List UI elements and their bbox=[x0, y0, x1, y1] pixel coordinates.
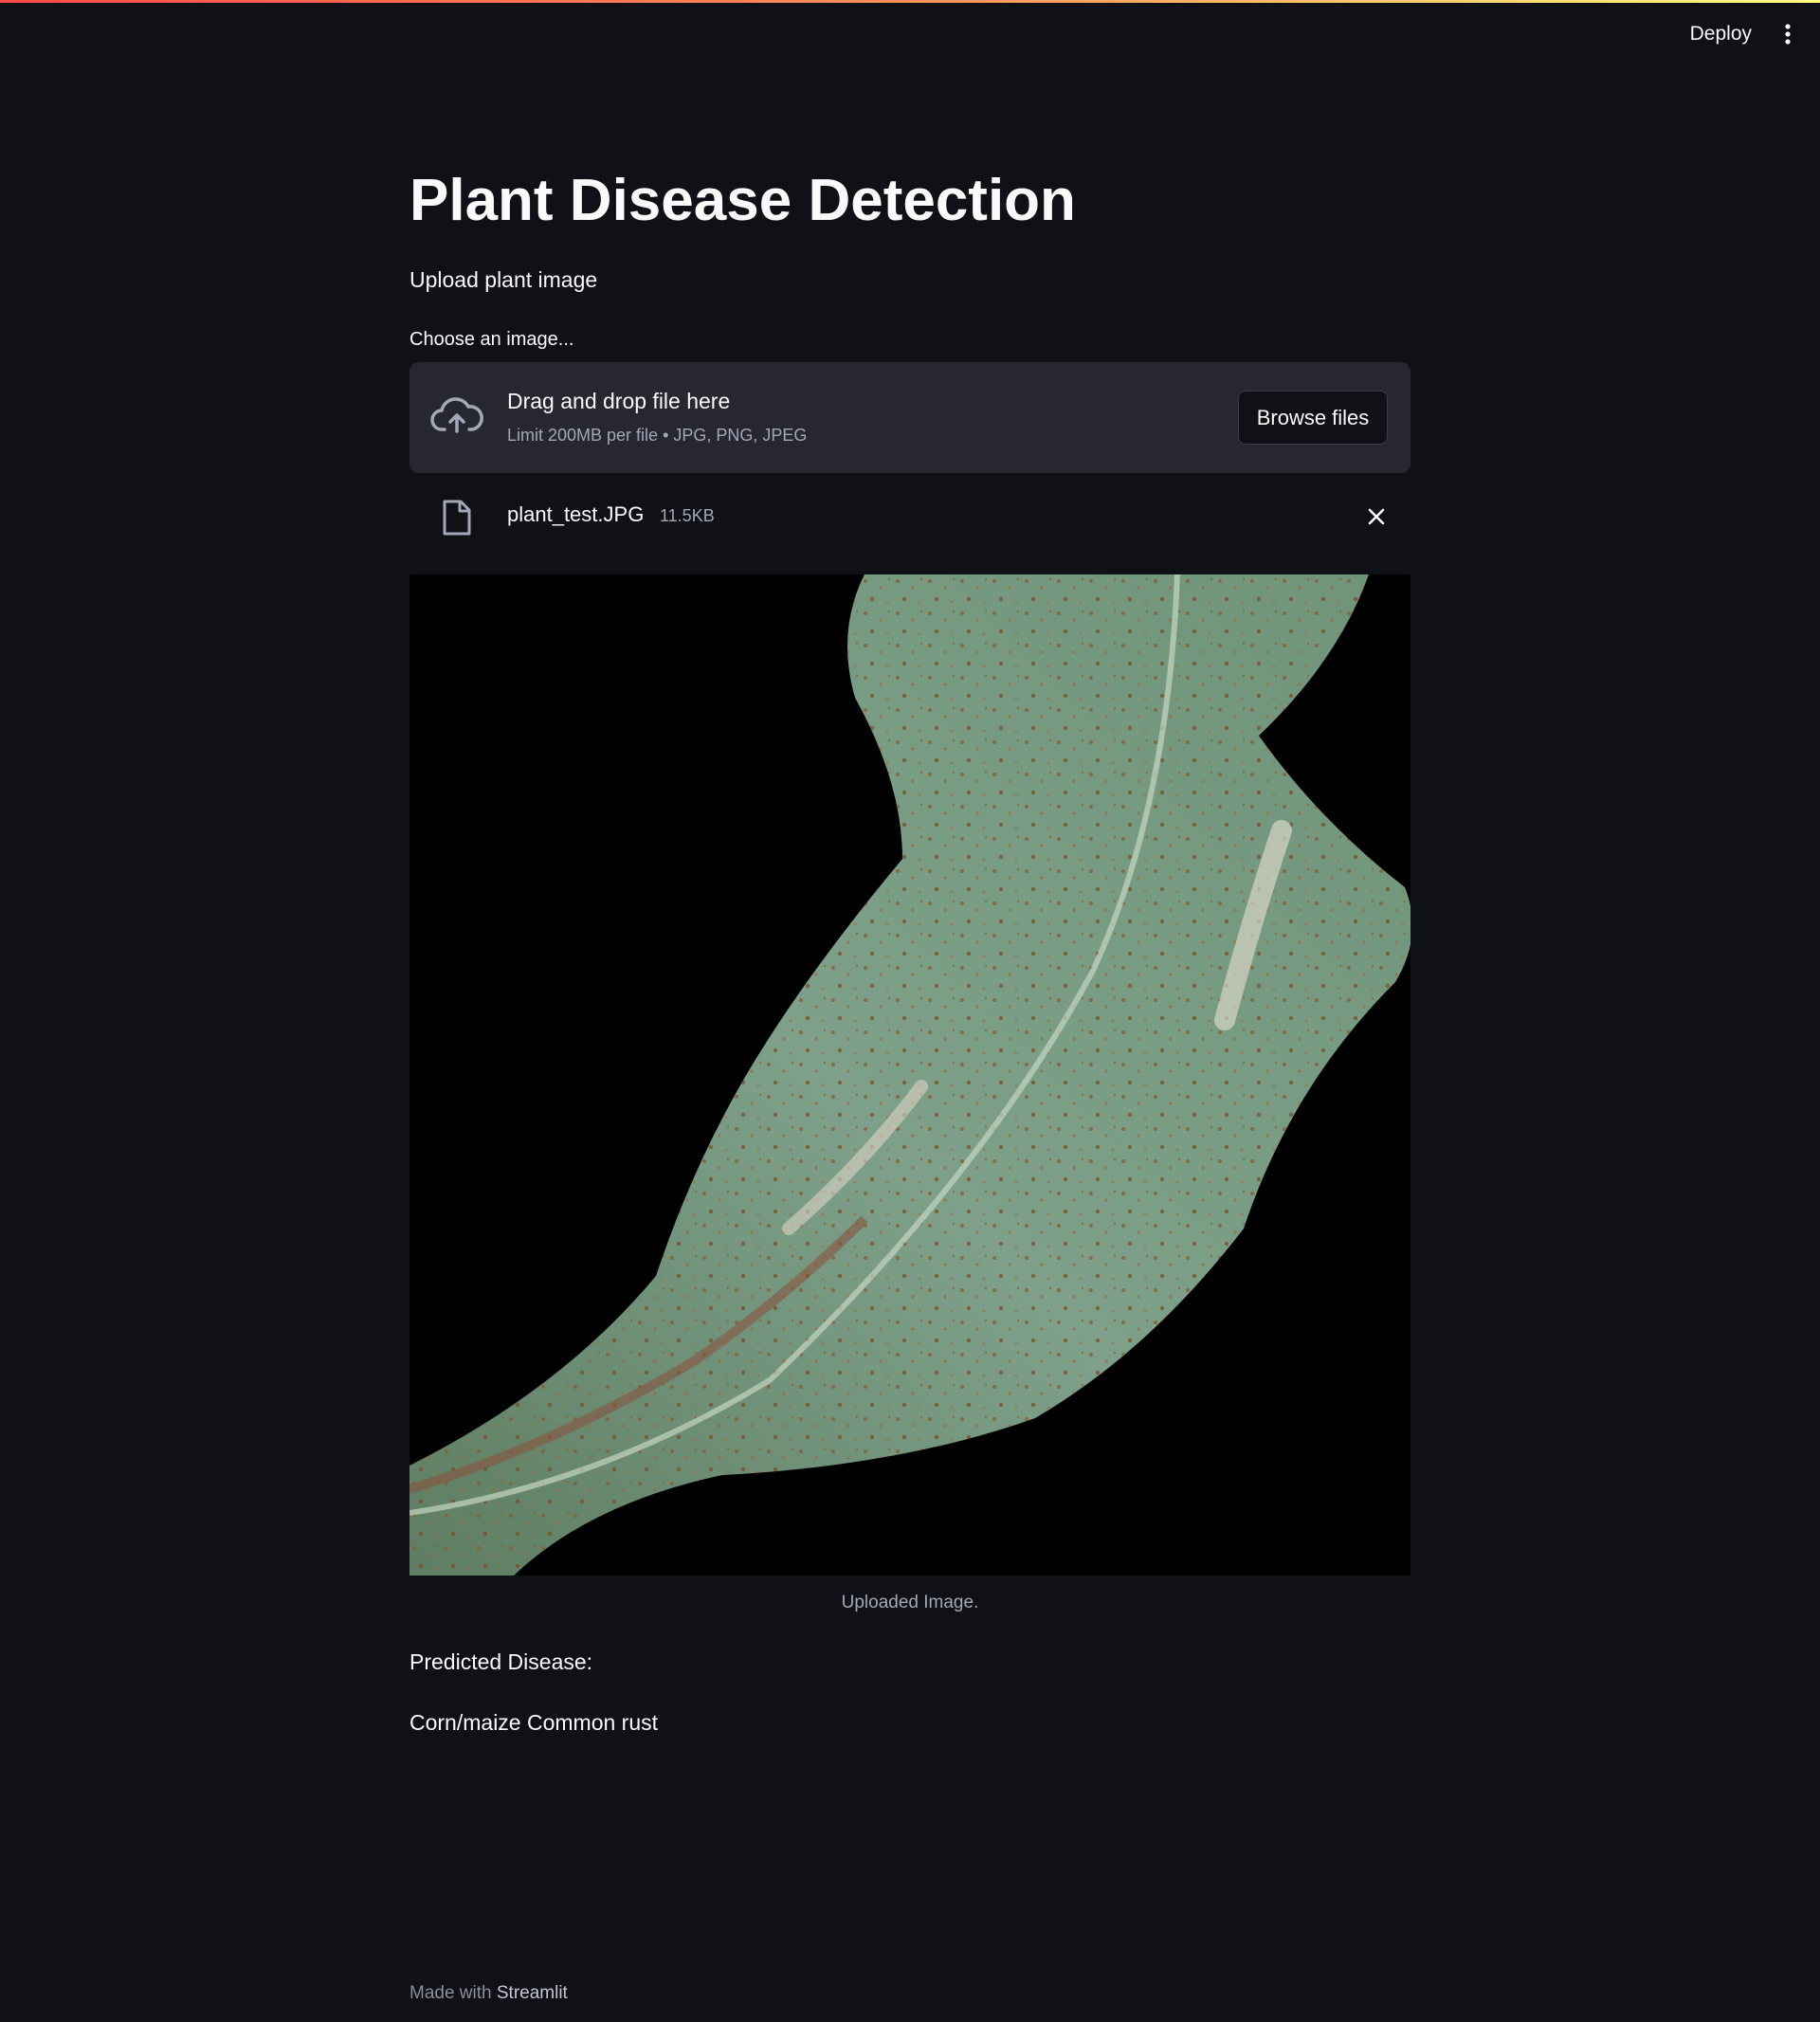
uploader-label: Choose an image... bbox=[410, 329, 574, 350]
uploaded-image bbox=[410, 574, 1410, 1576]
remove-file-button[interactable] bbox=[1363, 503, 1390, 530]
footer-prefix: Made with bbox=[410, 1983, 497, 2003]
dropzone-limit: Limit 200MB per file • JPG, PNG, JPEG bbox=[507, 426, 808, 445]
prediction-value: Corn/maize Common rust bbox=[410, 1710, 659, 1735]
page-subtitle: Upload plant image bbox=[410, 267, 598, 292]
close-icon bbox=[1368, 508, 1385, 525]
file-icon bbox=[443, 500, 471, 536]
browse-files-button[interactable]: Browse files bbox=[1238, 391, 1388, 445]
file-name: plant_test.JPG bbox=[507, 502, 645, 526]
page-title: Plant Disease Detection bbox=[410, 168, 1076, 233]
prediction-label: Predicted Disease: bbox=[410, 1649, 593, 1674]
deploy-button[interactable]: Deploy bbox=[1679, 15, 1763, 53]
more-vertical-icon bbox=[1785, 24, 1791, 45]
image-caption: Uploaded Image. bbox=[841, 1593, 979, 1612]
streamlit-link[interactable]: Streamlit bbox=[497, 1983, 568, 2003]
file-dropzone[interactable]: Drag and drop file here Limit 200MB per … bbox=[410, 362, 1410, 473]
file-size: 11.5KB bbox=[660, 506, 715, 525]
uploaded-file-row: plant_test.JPG 11.5KB bbox=[410, 493, 1410, 540]
dropzone-instructions: Drag and drop file here Limit 200MB per … bbox=[507, 389, 807, 446]
leaf-image bbox=[410, 574, 1410, 1576]
footer: Made with Streamlit bbox=[410, 1983, 568, 2004]
main-menu-button[interactable] bbox=[1769, 15, 1807, 53]
dropzone-title: Drag and drop file here bbox=[507, 389, 731, 413]
app-header: Deploy bbox=[0, 0, 1820, 68]
cloud-upload-icon bbox=[430, 397, 483, 433]
